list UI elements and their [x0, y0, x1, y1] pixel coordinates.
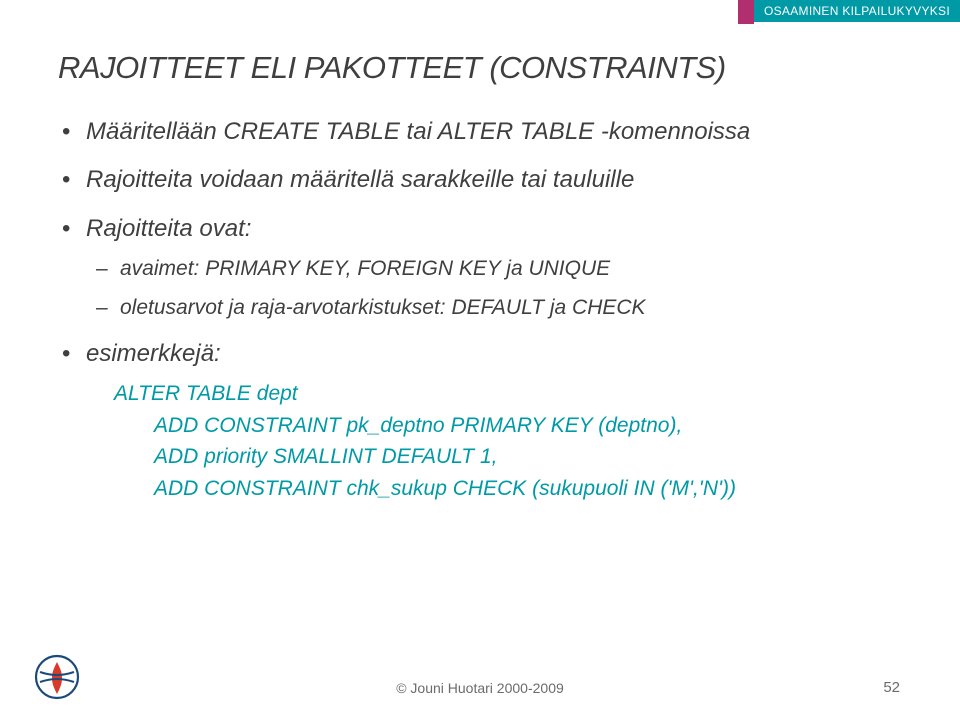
- bullet-list: Määritellään CREATE TABLE tai ALTER TABL…: [58, 116, 902, 504]
- code-line: ADD CONSTRAINT chk_sukup CHECK (sukupuol…: [114, 473, 902, 505]
- logo-icon: [34, 654, 80, 700]
- bullet-item: Rajoitteita ovat: avaimet: PRIMARY KEY, …: [58, 213, 902, 322]
- copyright-text: © Jouni Huotari 2000-2009: [396, 680, 564, 696]
- top-bar: OSAAMINEN KILPAILUKYVYKSI: [738, 0, 960, 24]
- slide-title: RAJOITTEET ELI PAKOTTEET (CONSTRAINTS): [58, 50, 902, 86]
- sub-bullet-item: oletusarvot ja raja-arvotarkistukset: DE…: [86, 294, 902, 322]
- bullet-text: Rajoitteita ovat:: [86, 215, 251, 242]
- bullet-item: Määritellään CREATE TABLE tai ALTER TABL…: [58, 116, 902, 148]
- slide-body: RAJOITTEET ELI PAKOTTEET (CONSTRAINTS) M…: [58, 50, 902, 520]
- bullet-item: Rajoitteita voidaan määritellä sarakkeil…: [58, 164, 902, 196]
- bullet-item: esimerkkejä: ALTER TABLE dept ADD CONSTR…: [58, 338, 902, 504]
- footer: © Jouni Huotari 2000-2009 52: [0, 660, 960, 700]
- accent-stripe: [738, 0, 754, 24]
- sub-bullet-list: avaimet: PRIMARY KEY, FOREIGN KEY ja UNI…: [86, 255, 902, 322]
- brand-tag: OSAAMINEN KILPAILUKYVYKSI: [754, 0, 960, 22]
- code-line: ADD CONSTRAINT pk_deptno PRIMARY KEY (de…: [114, 410, 902, 442]
- sub-bullet-item: avaimet: PRIMARY KEY, FOREIGN KEY ja UNI…: [86, 255, 902, 283]
- bullet-text: esimerkkejä:: [86, 340, 221, 367]
- code-example: ALTER TABLE dept ADD CONSTRAINT pk_deptn…: [114, 378, 902, 504]
- code-line: ALTER TABLE dept: [114, 378, 902, 410]
- page-number: 52: [883, 679, 900, 696]
- code-line: ADD priority SMALLINT DEFAULT 1,: [114, 441, 902, 473]
